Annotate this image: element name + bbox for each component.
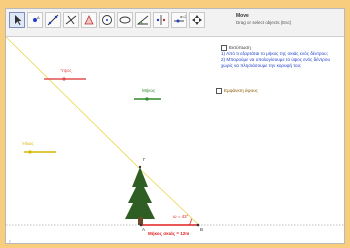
- point-tool[interactable]: A: [27, 12, 43, 28]
- angle-arc: [188, 218, 192, 226]
- move-graphics-view-tool[interactable]: [189, 12, 205, 28]
- question-2: 2) Μπορούμε να υπολογίσουμε το ύψος ενός…: [221, 57, 330, 69]
- sun-ray-line-upper: [6, 37, 140, 169]
- circle-tool[interactable]: [99, 12, 115, 28]
- slider-icon: a=2: [174, 14, 186, 23]
- point-a-label: A: [142, 227, 146, 232]
- slider-height-label: Ύψος: [60, 68, 72, 73]
- show-height-checkbox-row[interactable]: Εμφάνιση ύψους: [216, 88, 258, 94]
- shadow-length-label: Μήκος σκιάς = 12m: [148, 231, 190, 236]
- point-top-label: Γ: [143, 157, 146, 162]
- point-a[interactable]: [139, 223, 143, 227]
- show-height-label: Εμφάνιση ύψους: [224, 88, 258, 94]
- circle-icon: [102, 15, 112, 25]
- reflect-icon: [156, 15, 166, 25]
- slider-height-handle[interactable]: [62, 77, 66, 81]
- show-height-checkbox[interactable]: [216, 88, 222, 94]
- reflect-tool[interactable]: [153, 12, 169, 28]
- expand-panel-icon[interactable]: ›: [9, 239, 11, 243]
- tool-name: Move: [236, 13, 249, 19]
- arrow-cursor-icon: [15, 15, 22, 25]
- toolbar: A a=2 Move Drag or select objects (: [6, 9, 344, 37]
- point-b[interactable]: [196, 223, 200, 227]
- move-view-icon: [192, 15, 202, 25]
- perpendicular-icon: [65, 15, 77, 25]
- slider-sun-label: Ήλιος: [22, 141, 34, 146]
- geogebra-applet: A a=2 Move Drag or select objects (: [5, 8, 345, 244]
- line-icon: [47, 14, 59, 26]
- svg-text:A: A: [37, 15, 40, 20]
- slider-length-handle[interactable]: [145, 97, 149, 101]
- print-checkbox-label: Εκτύπωση: [229, 45, 251, 51]
- tree-icon: [125, 167, 155, 219]
- slider-sun-handle[interactable]: [28, 150, 32, 154]
- info-panel: Εκτύπωση 1) Από τι εξαρτάται το μήκος τη…: [221, 45, 341, 69]
- point-icon: A: [33, 15, 40, 22]
- point-b-label: B: [200, 227, 204, 232]
- slider-length-label: Μήκος: [142, 88, 156, 93]
- conic-tool[interactable]: [117, 12, 133, 28]
- svg-text:a=2: a=2: [180, 14, 186, 19]
- polygon-tool[interactable]: [81, 12, 97, 28]
- angle-label: ω = 43°: [173, 214, 189, 219]
- angle-tool[interactable]: [135, 12, 151, 28]
- perpendicular-tool[interactable]: [63, 12, 79, 28]
- move-tool[interactable]: [9, 12, 25, 28]
- triangle-icon: [84, 15, 94, 25]
- tool-help: Drag or select objects (Esc): [236, 20, 292, 25]
- ellipse-icon: [119, 16, 131, 24]
- line-tool[interactable]: [45, 12, 61, 28]
- tree-top-point[interactable]: [138, 165, 142, 169]
- angle-icon: [136, 15, 149, 25]
- slider-tool[interactable]: a=2: [171, 12, 187, 28]
